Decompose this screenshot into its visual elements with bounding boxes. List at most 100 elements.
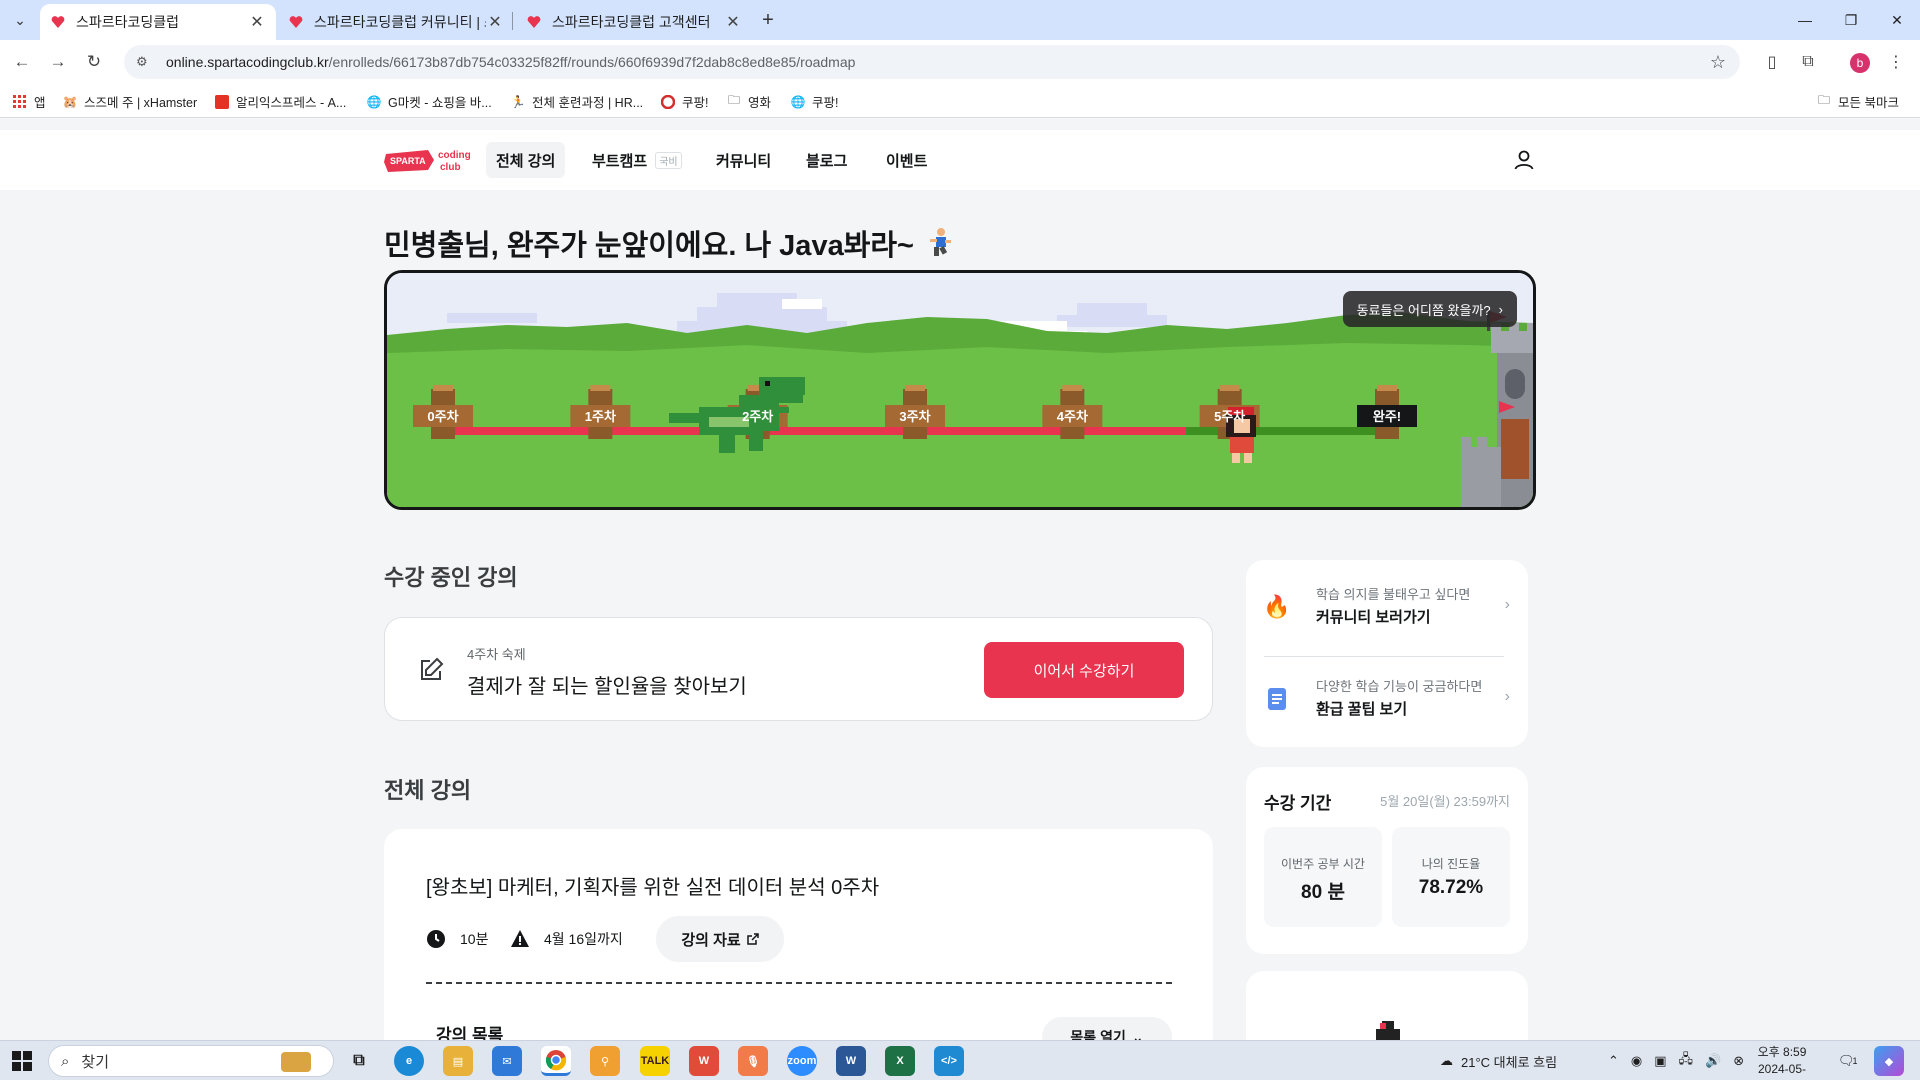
volume-icon[interactable]: 🔊: [1705, 1053, 1721, 1069]
bookmark-apps[interactable]: 앱: [12, 92, 46, 111]
bookmark-label: 전체 훈련과정 | HR...: [532, 96, 644, 110]
deadline-text: 4월 16일까지: [544, 931, 623, 947]
bookmark-item[interactable]: 🐹 스즈메 주 | xHamster: [62, 92, 198, 111]
tab-search-icon[interactable]: ⌄: [8, 8, 32, 32]
coupang-icon: [660, 94, 676, 110]
bookmark-item[interactable]: 🏃 전체 훈련과정 | HR...: [510, 92, 644, 111]
notification-center-icon[interactable]: 🗨 1: [1838, 1041, 1858, 1080]
profile-avatar[interactable]: b: [1850, 53, 1870, 73]
taskbar-search-input[interactable]: ⌕ 찾기: [48, 1045, 334, 1077]
kakaotalk-icon[interactable]: TALK: [640, 1046, 670, 1076]
system-tray: ⌃ ◉ ▣ 🖧 🔊 ⊗: [1608, 1041, 1744, 1080]
fire-icon: 🔥: [1263, 594, 1291, 619]
back-icon[interactable]: ←: [8, 48, 36, 76]
nav-community[interactable]: 커뮤니티: [706, 142, 781, 178]
ime-icon[interactable]: ⊗: [1733, 1053, 1744, 1069]
stat-value: 78.72%: [1418, 877, 1484, 898]
link-title: 환급 꿀팁 보기: [1316, 701, 1408, 718]
chrome-icon[interactable]: [541, 1046, 571, 1076]
user-icon[interactable]: [1512, 148, 1536, 172]
taskbar-clock[interactable]: 오후 8:59 2024-05-04: [1752, 1044, 1812, 1080]
close-icon[interactable]: ✕: [248, 13, 266, 31]
windows-start-icon[interactable]: [12, 1051, 32, 1071]
milestone-label: 0주차: [427, 409, 458, 424]
svg-text:SPARTA: SPARTA: [390, 156, 426, 166]
chevron-right-icon: ›: [1504, 688, 1510, 705]
more-menu-icon[interactable]: ⋮: [1884, 50, 1908, 74]
minimize-icon[interactable]: —: [1782, 0, 1828, 40]
recorder-icon[interactable]: 🎙: [738, 1046, 768, 1076]
url-host: online.spartacodingclub.kr: [166, 54, 329, 70]
forward-icon[interactable]: →: [44, 48, 72, 76]
search-app-icon[interactable]: ⚲: [590, 1046, 620, 1076]
nav-all-courses[interactable]: 전체 강의: [486, 142, 566, 178]
course-materials-button[interactable]: 강의 자료: [656, 916, 784, 962]
url-text: online.spartacodingclub.kr/enrolleds/661…: [166, 54, 855, 70]
nav-label: 부트캠프: [592, 152, 648, 170]
tab-spartacodingclub[interactable]: 스파르타코딩클럽 ✕: [40, 4, 276, 40]
peers-progress-button[interactable]: 동료들은 어디쯤 왔을까? ›: [1342, 291, 1517, 327]
nav-bootcamp[interactable]: 부트캠프 국비: [582, 142, 692, 178]
network-icon[interactable]: 🖧: [1679, 1050, 1694, 1072]
record-icon[interactable]: ◉: [1631, 1053, 1642, 1069]
close-icon[interactable]: ✕: [486, 13, 504, 31]
continue-learning-button[interactable]: 이어서 수강하기: [984, 642, 1184, 698]
tab-community[interactable]: 스파르타코딩클럽 커뮤니티 | 스 ✕: [278, 4, 514, 40]
weather-widget[interactable]: ☁ 21°C 대체로 흐림: [1440, 1041, 1557, 1080]
restore-icon[interactable]: ❐: [1828, 0, 1874, 40]
bookmark-item[interactable]: 알리익스프레스 - A...: [214, 92, 346, 111]
all-bookmarks[interactable]: 🗀 모든 북마크: [1816, 92, 1899, 111]
bookmark-item[interactable]: 🌐 쿠팡!: [790, 92, 839, 111]
chevron-up-icon[interactable]: ⌃: [1608, 1053, 1619, 1069]
progress-track-remaining: [1186, 427, 1387, 435]
site-info-icon[interactable]: ⚙: [136, 54, 154, 70]
castle-wall-shape: [1461, 437, 1501, 507]
zoom-icon[interactable]: zoom: [787, 1046, 817, 1076]
tab-support[interactable]: 스파르타코딩클럽 고객센터 ✕: [516, 4, 752, 40]
community-link[interactable]: 🔥 학습 의지를 불태우고 싶다면 커뮤니티 보러가기 ›: [1263, 578, 1510, 638]
clock-date: 2024-05-04: [1757, 1062, 1807, 1080]
tab-title: 스파르타코딩클럽: [76, 14, 180, 30]
copilot-icon[interactable]: ◆: [1874, 1046, 1904, 1076]
file-explorer-icon[interactable]: ▤: [443, 1046, 473, 1076]
puzzle-icon[interactable]: ⧉: [1796, 50, 1820, 74]
address-bar[interactable]: ⚙ online.spartacodingclub.kr/enrolleds/6…: [124, 45, 1740, 79]
nav-event[interactable]: 이벤트: [876, 142, 937, 178]
dashed-divider: [426, 982, 1172, 984]
progress-rate-stat: 나의 진도율 78.72%: [1392, 827, 1510, 927]
vscode-icon[interactable]: </>: [934, 1046, 964, 1076]
reload-icon[interactable]: ↻: [80, 48, 108, 76]
bookmark-label: G마켓 - 쇼핑을 바...: [388, 96, 492, 110]
edge-icon[interactable]: e: [394, 1046, 424, 1076]
app-icon[interactable]: W: [689, 1046, 719, 1076]
current-lesson-title: 결제가 잘 되는 할인율을 찾아보기: [467, 676, 747, 698]
bookmark-label: 스즈메 주 | xHamster: [84, 96, 198, 110]
new-tab-icon[interactable]: +: [756, 8, 780, 32]
bookmark-label: 알리익스프레스 - A...: [236, 96, 347, 110]
bookmark-label: 쿠팡!: [682, 96, 709, 110]
milestone-label: 완주!: [1373, 409, 1401, 424]
globe-icon: 🌐: [366, 94, 382, 109]
word-icon[interactable]: W: [836, 1046, 866, 1076]
bookmark-item[interactable]: 🌐 G마켓 - 쇼핑을 바...: [366, 92, 492, 111]
mail-icon[interactable]: ✉: [492, 1046, 522, 1076]
bookmark-item[interactable]: 쿠팡!: [660, 92, 708, 111]
meet-icon[interactable]: ▣: [1654, 1053, 1666, 1069]
period-date: 5월 20일(월) 23:59까지: [1380, 794, 1510, 809]
cloud-icon: ☁: [1440, 1053, 1453, 1068]
close-icon[interactable]: ✕: [724, 13, 742, 31]
bookmark-star-icon[interactable]: ☆: [1710, 52, 1726, 73]
roadmap-banner: 0주차 1주차 2주차 3주차 4주차 5주차 완주! 동료들은 어디쯤 왔을까? ›: [384, 270, 1536, 510]
current-course-card[interactable]: 4주차 숙제 결제가 잘 되는 할인율을 찾아보기 이어서 수강하기: [384, 617, 1213, 721]
nav-blog[interactable]: 블로그: [796, 142, 857, 178]
link-subtitle: 다양한 학습 기능이 궁금하다면: [1316, 679, 1483, 694]
extension-icon[interactable]: ▯: [1760, 50, 1784, 74]
excel-icon[interactable]: X: [885, 1046, 915, 1076]
clock-time: 오후 8:59: [1757, 1045, 1807, 1059]
task-view-icon[interactable]: ⧉: [344, 1046, 374, 1076]
refund-tips-link[interactable]: 다양한 학습 기능이 궁금하다면 환급 꿀팁 보기 ›: [1264, 670, 1510, 730]
bookmark-folder[interactable]: 🗀 영화: [726, 92, 771, 111]
sparta-logo[interactable]: SPARTA coding club: [384, 144, 472, 176]
weather-text: 21°C 대체로 흐림: [1461, 1054, 1558, 1070]
window-close-icon[interactable]: ✕: [1874, 0, 1920, 40]
